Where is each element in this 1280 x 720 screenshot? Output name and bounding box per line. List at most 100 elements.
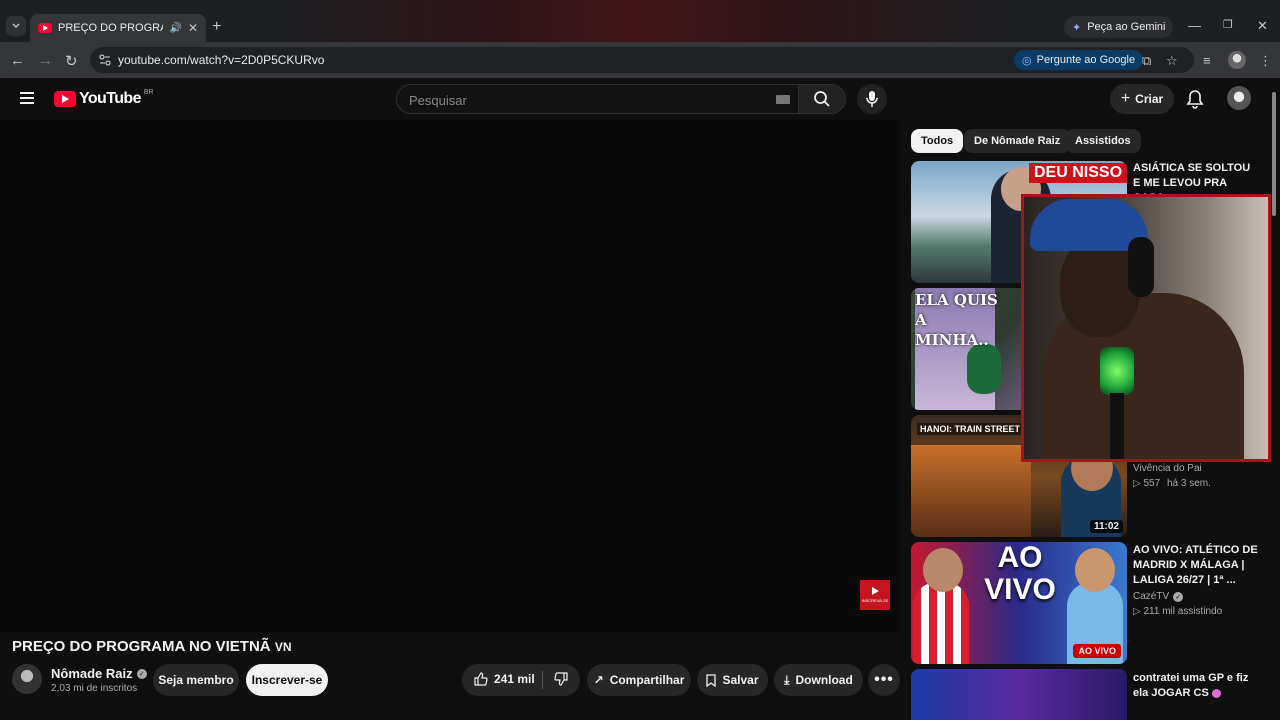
view-count: 557: [1143, 478, 1161, 489]
speaker-icon[interactable]: 🔊: [169, 23, 181, 34]
bookmark-icon: [706, 673, 717, 687]
microphone-light-icon: [1100, 347, 1134, 395]
download-button[interactable]: ⤓ Download: [774, 664, 863, 696]
minimize-window-icon[interactable]: —: [1188, 18, 1201, 33]
video-player[interactable]: [0, 120, 900, 632]
youtube-play-logo-icon: [54, 91, 76, 107]
gemini-sparkle-icon: ✦: [1072, 21, 1082, 34]
browser-profile-avatar[interactable]: [1228, 51, 1246, 69]
like-dislike-group: 241 mil: [462, 664, 580, 696]
reload-icon[interactable]: ↻: [65, 52, 78, 70]
address-bar[interactable]: youtube.com/watch?v=2D0P5CKURvo ◎ Pergun…: [90, 47, 1194, 73]
browser-toolbar: ← → ↻ youtube.com/watch?v=2D0P5CKURvo ◎ …: [0, 42, 1280, 78]
voice-search-button[interactable]: [857, 84, 887, 114]
install-app-icon[interactable]: ⧉: [1142, 53, 1151, 69]
tab-search-button[interactable]: [6, 16, 26, 36]
create-button[interactable]: + Criar: [1110, 84, 1174, 114]
download-icon: ⤓: [784, 672, 790, 687]
mic-stand-shape: [1110, 393, 1124, 459]
chip-all[interactable]: Todos: [911, 129, 964, 153]
download-label: Download: [795, 673, 853, 687]
youtube-logo[interactable]: YouTube BR: [54, 89, 154, 108]
play-count-icon: ▷: [1133, 606, 1141, 617]
recommended-channel[interactable]: CazéTV ✓: [1133, 591, 1184, 602]
ask-google-label: Pergunte ao Google: [1036, 54, 1136, 66]
back-arrow-icon[interactable]: ←: [10, 52, 25, 69]
verified-check-icon: ✓: [1173, 591, 1184, 602]
vietnam-flag-icon: VN: [274, 640, 292, 654]
ask-gemini-button[interactable]: ✦ Peça ao Gemini: [1064, 16, 1174, 38]
channel-avatar[interactable]: [12, 664, 42, 694]
recommended-video-title[interactable]: AO VIVO: ATLÉTICO DE MADRID X MÁLAGA | L…: [1133, 543, 1259, 588]
window-background-decoration: [280, 0, 1000, 42]
keyboard-icon[interactable]: [776, 95, 790, 104]
site-info-icon[interactable]: [98, 53, 112, 67]
forward-arrow-icon[interactable]: →: [38, 52, 53, 69]
chip-watched[interactable]: Assistidos: [1065, 129, 1141, 153]
emoji-icon: [1211, 688, 1221, 698]
tab-title: PREÇO DO PROGRAMA NO VIETNÃ: [58, 22, 163, 34]
recommended-channel-name: CazéTV: [1133, 591, 1170, 602]
save-button[interactable]: Salvar: [697, 664, 768, 696]
recommended-channel-name[interactable]: Vivência do Pai: [1133, 463, 1202, 474]
join-member-label: Seja membro: [158, 673, 234, 687]
microphone-icon: [866, 91, 878, 107]
browser-tab-active[interactable]: PREÇO DO PROGRAMA NO VIETNÃ 🔊 ✕: [30, 14, 206, 42]
play-count-icon: ▷: [1133, 478, 1141, 489]
subscribe-label: Inscrever-se: [251, 673, 323, 687]
new-tab-button[interactable]: +: [212, 18, 221, 36]
recommended-thumbnail[interactable]: [911, 669, 1127, 720]
video-duration: 11:02: [1089, 520, 1123, 533]
close-window-icon[interactable]: ✕: [1257, 18, 1268, 34]
video-title-text: PREÇO DO PROGRAMA NO VIETNÃ: [12, 638, 271, 655]
recommended-thumbnail[interactable]: AO VIVO AO VIVO: [911, 542, 1127, 664]
search-button[interactable]: [798, 84, 846, 114]
url-text: youtube.com/watch?v=2D0P5CKURvo: [118, 53, 325, 67]
search-icon: [814, 91, 830, 107]
search-input[interactable]: Pesquisar: [396, 84, 799, 114]
scrollbar-thumb[interactable]: [1272, 92, 1276, 216]
create-label: Criar: [1135, 92, 1164, 106]
subscribe-button[interactable]: Inscrever-se: [246, 664, 328, 696]
share-button[interactable]: ↗ Compartilhar: [587, 664, 691, 696]
video-title: PREÇO DO PROGRAMA NO VIETNÃ VN: [12, 638, 291, 655]
restore-window-icon[interactable]: ❐: [1223, 18, 1233, 31]
notifications-button[interactable]: [1186, 89, 1204, 109]
youtube-header: YouTube BR Pesquisar + Criar: [0, 78, 1280, 120]
recommended-video-title-text: contratei uma GP e fiz ela JOGAR CS: [1133, 672, 1249, 699]
youtube-favicon-icon: [38, 23, 52, 33]
thumbnail-caption: ELA QUIS A MINHA..: [915, 291, 998, 349]
close-tab-icon[interactable]: ✕: [188, 21, 198, 35]
subscriber-count: 2,03 mi de inscritos: [51, 683, 138, 694]
thumbnail-face-shape: [1075, 548, 1115, 592]
hamburger-menu-icon[interactable]: [20, 92, 34, 104]
like-button[interactable]: 241 mil: [474, 672, 535, 686]
lens-icon: ◎: [1022, 54, 1032, 67]
play-icon: [871, 587, 879, 595]
recommended-video-stats: ▷ 557 há 3 sem.: [1133, 478, 1211, 489]
account-avatar[interactable]: [1227, 86, 1251, 110]
ask-google-button[interactable]: ◎ Pergunte ao Google: [1014, 50, 1144, 70]
join-member-button[interactable]: Seja membro: [153, 664, 239, 696]
verified-check-icon: ✓: [136, 668, 147, 679]
bell-icon: [1186, 90, 1204, 109]
bookmark-star-icon[interactable]: ☆: [1166, 53, 1178, 69]
watermark-text: INSCREVA-SE: [861, 598, 889, 603]
browser-tab-strip: PREÇO DO PROGRAMA NO VIETNÃ 🔊 ✕ + ✦ Peça…: [0, 0, 1280, 42]
chevron-down-icon: [12, 23, 20, 28]
chip-from-channel[interactable]: De Nômade Raiz: [964, 129, 1071, 153]
youtube-logo-text: YouTube: [79, 90, 141, 107]
dislike-button[interactable]: [554, 672, 568, 686]
channel-name-text: Nômade Raiz: [51, 666, 133, 681]
channel-watermark-badge[interactable]: INSCREVA-SE: [860, 580, 890, 610]
thumbnail-player-shape: [913, 582, 969, 664]
thumbnail-street-shape: [911, 445, 1031, 537]
webcam-overlay: [1021, 194, 1271, 462]
thumbnail-caption: AO VIVO: [984, 542, 1056, 606]
channel-name[interactable]: Nômade Raiz ✓: [51, 666, 147, 681]
live-badge: AO VIVO: [1073, 644, 1121, 658]
media-controls-icon[interactable]: ≡: [1203, 53, 1211, 68]
more-actions-button[interactable]: •••: [868, 664, 900, 696]
browser-menu-icon[interactable]: ⋮: [1259, 53, 1272, 69]
recommended-video-title[interactable]: contratei uma GP e fiz ela JOGAR CS: [1133, 671, 1259, 701]
